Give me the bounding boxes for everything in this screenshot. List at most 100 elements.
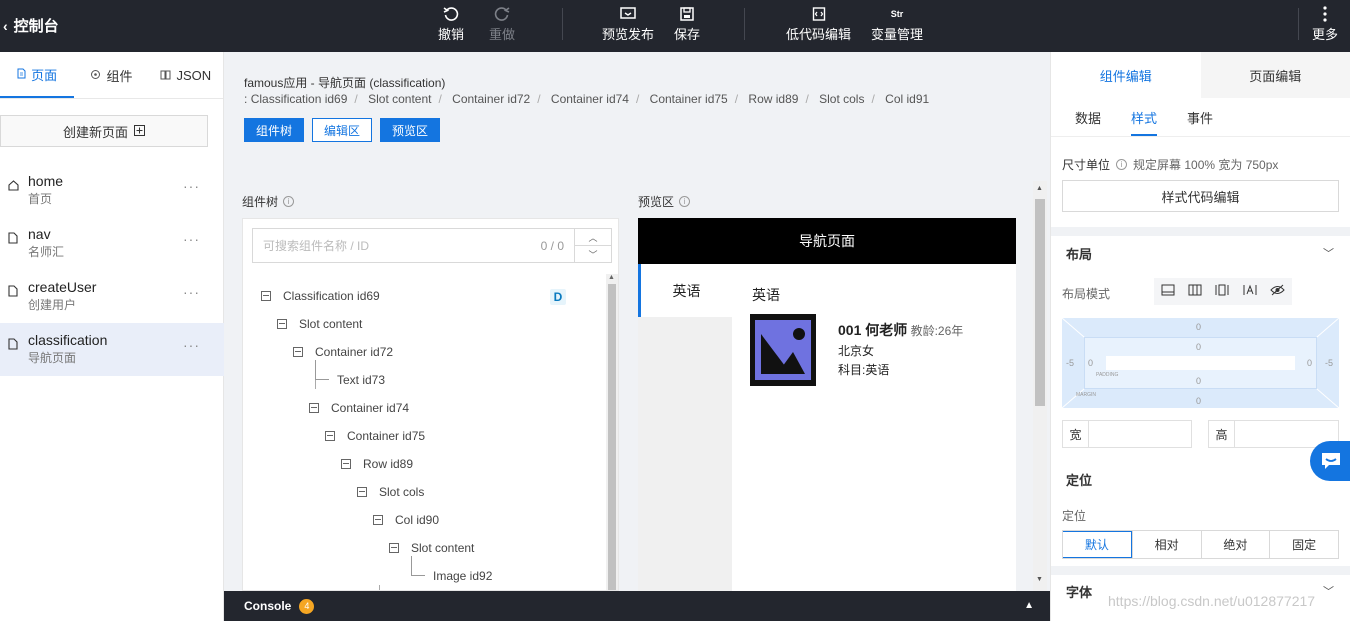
more-button[interactable]: 更多 — [1312, 4, 1338, 43]
chevron-down-icon[interactable]: ﹀ — [575, 246, 611, 262]
collapse-icon[interactable] — [277, 319, 287, 329]
breadcrumb-item[interactable]: Slot content — [368, 92, 431, 106]
collapse-icon[interactable] — [373, 515, 383, 525]
center-workspace: famous应用 - 导航页面 (classification) : Class… — [225, 52, 1049, 591]
inline-block-layout-icon[interactable] — [1188, 284, 1202, 299]
variable-manage-button[interactable]: Str 变量管理 — [871, 4, 923, 43]
page-item-nav[interactable]: nav 名师汇 ··· — [0, 217, 224, 270]
scroll-up-icon[interactable]: ▲ — [1036, 185, 1043, 192]
margin-left-value[interactable]: -5 — [1066, 358, 1074, 368]
position-default-option[interactable]: 默认 — [1063, 531, 1132, 558]
padding-top-value[interactable]: 0 — [1196, 342, 1201, 352]
search-input[interactable]: 可搜索组件名称 / ID — [253, 237, 541, 254]
tab-component-edit[interactable]: 组件编辑 — [1051, 52, 1201, 98]
tab-pages[interactable]: 页面 — [0, 52, 75, 98]
breadcrumb-item[interactable]: Col id91 — [885, 92, 929, 106]
collapse-icon[interactable] — [309, 403, 319, 413]
breadcrumb-item[interactable]: Container id75 — [650, 92, 728, 106]
page-item-createuser[interactable]: createUser 创建用户 ··· — [0, 270, 224, 323]
size-unit-row: 尺寸单位 i 规定屏幕 100% 宽为 750px — [1062, 156, 1278, 173]
block-layout-icon[interactable] — [1161, 284, 1175, 299]
tree-node[interactable]: Slot content — [277, 314, 362, 334]
tree-node[interactable]: Slot content — [389, 538, 474, 558]
teacher-image[interactable] — [750, 314, 816, 386]
font-section-title[interactable]: 字体 — [1066, 582, 1092, 601]
page-more-button[interactable]: ··· — [183, 337, 200, 353]
console-bar[interactable]: Console 4 ▲ — [224, 591, 1050, 621]
chevron-down-icon[interactable]: ﹀ — [1323, 583, 1334, 599]
position-fixed-option[interactable]: 固定 — [1269, 531, 1338, 558]
chevron-down-icon[interactable]: ﹀ — [1323, 245, 1334, 261]
page-item-home[interactable]: home 首页 ··· — [0, 164, 224, 217]
component-tree-toggle[interactable]: 组件树 — [244, 118, 305, 142]
preview-area-toggle[interactable]: 预览区 — [380, 118, 441, 142]
breadcrumb-item[interactable]: Row id89 — [748, 92, 798, 106]
tree-node[interactable]: Classification id69 — [261, 286, 380, 306]
margin-right-value[interactable]: -5 — [1325, 358, 1333, 368]
collapse-icon[interactable] — [325, 431, 335, 441]
breadcrumb-item[interactable]: Slot cols — [819, 92, 864, 106]
preview-publish-button[interactable]: 预览发布 — [602, 4, 654, 43]
tree-node[interactable]: Text id73 — [315, 360, 385, 390]
collapse-icon[interactable] — [261, 291, 271, 301]
page-more-button[interactable]: ··· — [183, 284, 200, 300]
tab-components[interactable]: 组件 — [74, 52, 148, 98]
padding-left-value[interactable]: 0 — [1088, 358, 1093, 368]
collapse-icon[interactable] — [293, 347, 303, 357]
chat-support-button[interactable] — [1310, 441, 1350, 481]
position-section-title[interactable]: 定位 — [1066, 470, 1092, 489]
tab-style[interactable]: 样式 — [1131, 98, 1158, 136]
position-absolute-option[interactable]: 绝对 — [1200, 531, 1270, 558]
layout-section-title[interactable]: 布局 — [1066, 244, 1092, 263]
edit-area-toggle[interactable]: 编辑区 — [312, 118, 373, 142]
tree-node[interactable]: Container id74 — [309, 398, 409, 418]
info-icon[interactable]: i — [1116, 159, 1128, 170]
chevron-up-icon[interactable]: ▲ — [1024, 600, 1034, 611]
tree-node[interactable]: Col id90 — [373, 510, 439, 530]
chevron-up-icon[interactable]: ︿ — [575, 229, 611, 246]
tree-node[interactable]: Container id72 — [293, 342, 393, 362]
back-to-console-button[interactable]: ‹ 控制台 — [3, 15, 59, 36]
save-button[interactable]: 保存 — [674, 4, 700, 43]
page-more-button[interactable]: ··· — [183, 231, 200, 247]
scrollbar-thumb[interactable] — [608, 284, 616, 590]
tree-scrollbar[interactable]: ▲ — [606, 274, 618, 590]
tree-node[interactable]: Container id75 — [325, 426, 425, 446]
info-icon[interactable]: i — [283, 196, 295, 207]
hidden-eye-icon[interactable] — [1270, 284, 1285, 299]
position-relative-option[interactable]: 相对 — [1131, 531, 1201, 558]
margin-bottom-value[interactable]: 0 — [1196, 396, 1201, 406]
preview-category-tab[interactable]: 英语 — [638, 264, 732, 317]
scroll-down-icon[interactable]: ▼ — [1036, 576, 1043, 583]
breadcrumb-item[interactable]: Container id72 — [452, 92, 530, 106]
lowcode-edit-button[interactable]: 低代码编辑 — [786, 4, 851, 43]
width-input[interactable] — [1089, 421, 1191, 447]
tab-json[interactable]: JSON — [149, 52, 223, 98]
style-code-edit-button[interactable]: 样式代码编辑 — [1062, 180, 1339, 212]
scrollbar-thumb[interactable] — [1035, 199, 1045, 406]
tab-data[interactable]: 数据 — [1075, 108, 1101, 127]
undo-button[interactable]: 撤销 — [438, 4, 464, 43]
collapse-icon[interactable] — [357, 487, 367, 497]
inline-layout-icon[interactable] — [1243, 284, 1257, 299]
tree-node[interactable]: Row id89 — [341, 454, 413, 474]
center-scrollbar[interactable]: ▲ ▼ — [1033, 181, 1047, 591]
create-page-button[interactable]: 创建新页面 — [0, 115, 208, 147]
collapse-icon[interactable] — [389, 543, 399, 553]
margin-top-value[interactable]: 0 — [1196, 322, 1201, 332]
tab-page-edit[interactable]: 页面编辑 — [1200, 52, 1350, 98]
breadcrumb-item[interactable]: Container id74 — [551, 92, 629, 106]
tree-node[interactable]: Slot cols — [357, 482, 424, 502]
collapse-icon[interactable] — [341, 459, 351, 469]
tab-events[interactable]: 事件 — [1187, 108, 1213, 127]
page-more-button[interactable]: ··· — [183, 178, 200, 194]
breadcrumb-item[interactable]: Classification id69 — [251, 92, 348, 106]
padding-bottom-value[interactable]: 0 — [1196, 376, 1201, 386]
scroll-up-icon[interactable]: ▲ — [608, 274, 615, 281]
page-item-classification[interactable]: classification 导航页面 ··· — [0, 323, 224, 376]
redo-button[interactable]: 重做 — [489, 4, 515, 43]
info-icon[interactable]: i — [679, 196, 691, 207]
padding-right-value[interactable]: 0 — [1307, 358, 1312, 368]
flex-layout-icon[interactable] — [1215, 284, 1229, 299]
tree-node[interactable]: Image id92 — [411, 556, 492, 586]
